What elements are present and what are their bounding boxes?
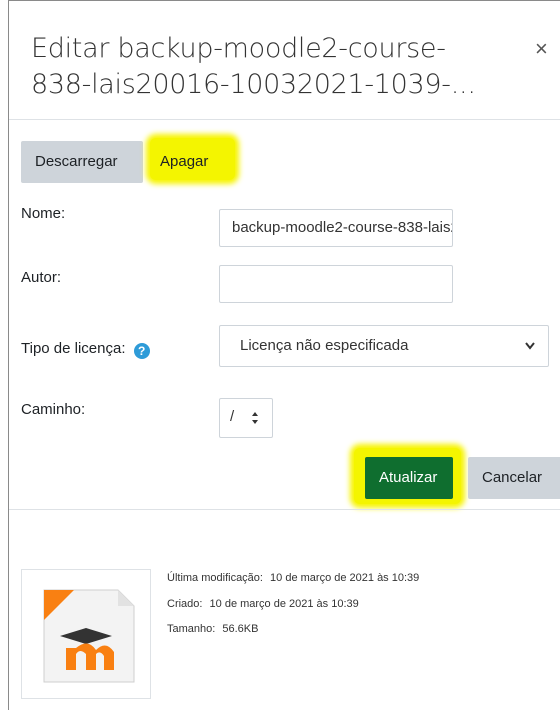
size-row: Tamanho: 56.6KB	[167, 623, 258, 635]
modified-row: Última modificação: 10 de março de 2021 …	[167, 572, 419, 584]
path-select[interactable]: /	[219, 398, 273, 438]
name-field[interactable]: backup-moodle2-course-838-lais20016-1003…	[219, 209, 453, 247]
modified-value: 10 de março de 2021 às 10:39	[270, 572, 420, 584]
modified-label: Última modificação:	[167, 572, 263, 584]
sort-icon	[250, 399, 260, 437]
cancel-button[interactable]: Cancelar	[468, 457, 560, 499]
license-select[interactable]: Licença não especificada	[219, 325, 549, 367]
help-icon[interactable]: ?	[133, 343, 150, 359]
moodle-file-icon	[43, 589, 135, 683]
chevron-down-icon	[524, 326, 536, 366]
edit-file-dialog: Editar backup-moodle2-course-838-lais200…	[8, 0, 560, 710]
license-label: Tipo de licença: ?	[21, 340, 150, 359]
license-selected-value: Licença não especificada	[240, 337, 409, 354]
size-value: 56.6KB	[222, 623, 259, 635]
license-label-text: Tipo de licença:	[21, 340, 126, 357]
created-label: Criado:	[167, 598, 203, 610]
delete-button[interactable]: Apagar	[160, 141, 208, 183]
author-field[interactable]	[219, 265, 453, 303]
footer-divider	[9, 509, 560, 510]
path-label: Caminho:	[21, 401, 86, 418]
dialog-title: Editar backup-moodle2-course-838-lais200…	[31, 33, 476, 100]
dialog-header: Editar backup-moodle2-course-838-lais200…	[9, 1, 560, 120]
update-button[interactable]: Atualizar	[365, 457, 453, 499]
file-thumbnail	[21, 569, 151, 699]
name-label: Nome:	[21, 205, 66, 222]
created-value: 10 de março de 2021 às 10:39	[209, 598, 359, 610]
size-label: Tamanho:	[167, 623, 216, 635]
close-icon[interactable]: ×	[535, 38, 548, 60]
created-row: Criado: 10 de março de 2021 às 10:39	[167, 598, 359, 610]
author-label: Autor:	[21, 269, 62, 286]
download-button[interactable]: Descarregar	[21, 141, 143, 183]
path-selected-value: /	[230, 408, 235, 425]
